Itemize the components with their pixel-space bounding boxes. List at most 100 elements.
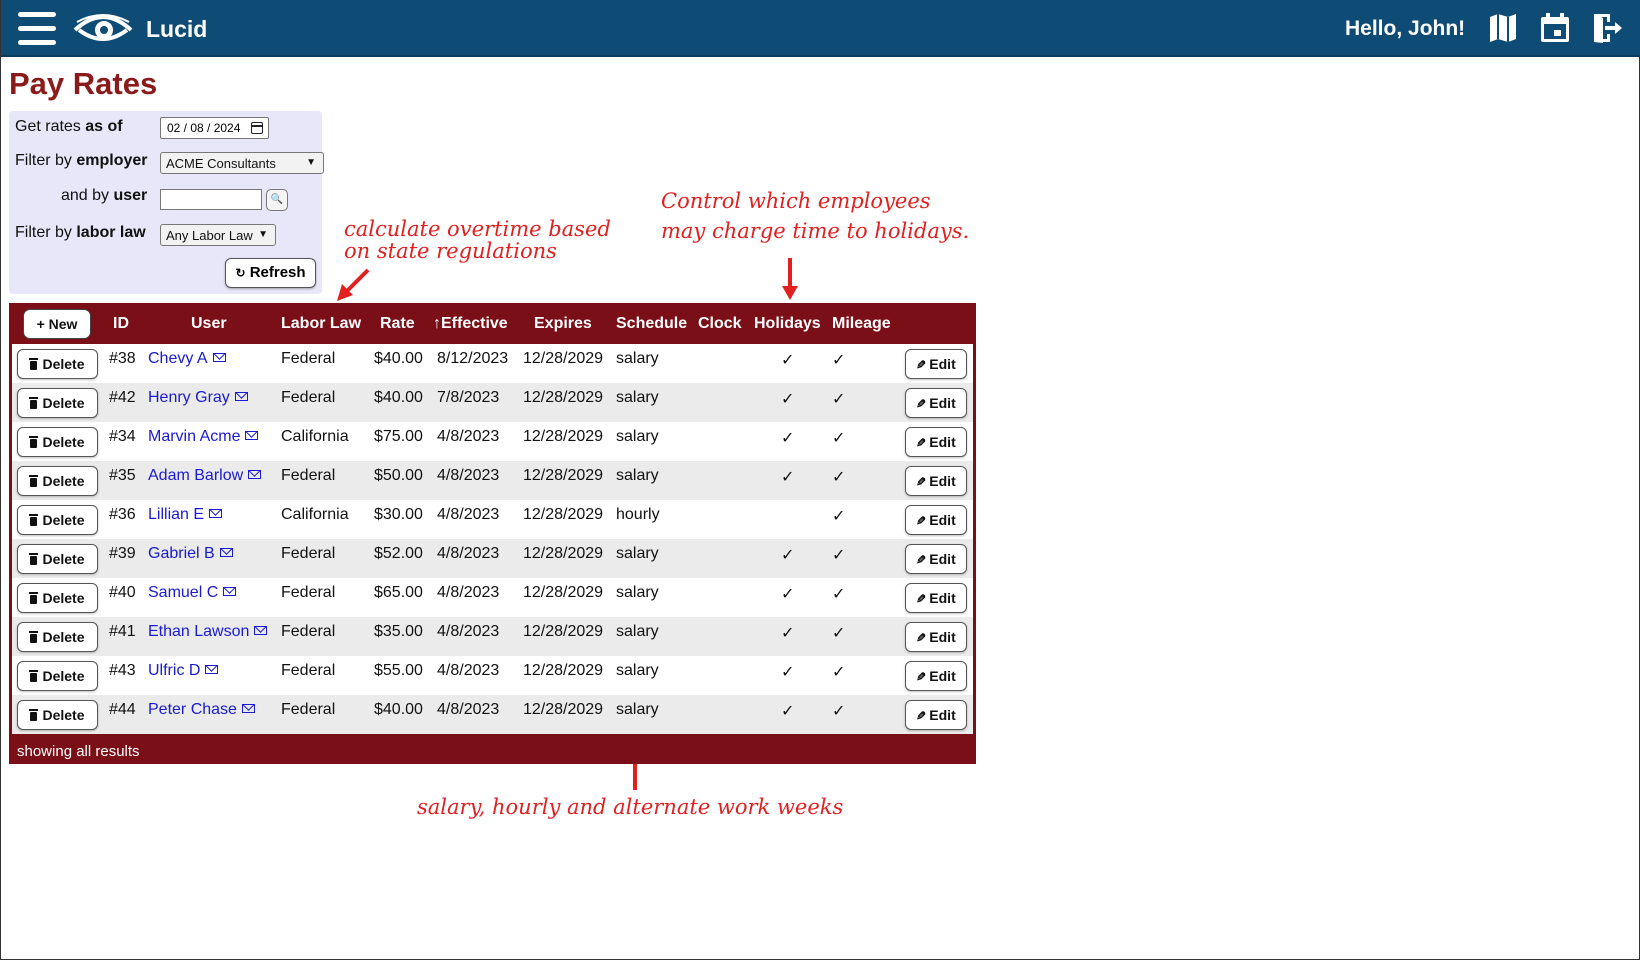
col-mileage[interactable]: Mileage xyxy=(832,315,891,333)
labor-law-select[interactable]: Any Labor Law ▼ xyxy=(160,224,276,246)
mail-icon[interactable] xyxy=(212,353,226,362)
mail-icon[interactable] xyxy=(248,470,262,479)
col-labor-law[interactable]: Labor Law xyxy=(281,315,361,333)
mail-icon[interactable] xyxy=(234,392,248,401)
edit-button[interactable]: ✎ Edit xyxy=(905,583,967,613)
new-button[interactable]: + New xyxy=(23,309,91,339)
edit-button[interactable]: ✎ Edit xyxy=(905,544,967,574)
user-link[interactable]: Gabriel B xyxy=(148,545,215,562)
cell-labor-law: Federal xyxy=(281,623,336,640)
user-link[interactable]: Lillian E xyxy=(148,506,204,523)
cell-id: #36 xyxy=(109,506,136,523)
delete-button[interactable]: Delete xyxy=(17,583,98,613)
mail-icon[interactable] xyxy=(223,587,237,596)
delete-button[interactable]: Delete xyxy=(17,661,98,691)
cell-labor-law: Federal xyxy=(281,584,336,601)
cell-expires: 12/28/2029 xyxy=(523,662,604,679)
delete-button[interactable]: Delete xyxy=(17,349,98,379)
cell-effective: 4/8/2023 xyxy=(437,662,500,679)
cell-holidays: ✓ xyxy=(781,625,795,642)
user-link[interactable]: Henry Gray xyxy=(148,389,230,406)
table-row: Delete #44 Peter Chase Federal $40.00 4/… xyxy=(12,695,973,734)
col-expires[interactable]: Expires xyxy=(534,315,592,333)
cell-schedule: salary xyxy=(616,467,659,484)
edit-button[interactable]: ✎ Edit xyxy=(905,700,967,730)
delete-button[interactable]: Delete xyxy=(17,505,98,535)
pencil-icon: ✎ xyxy=(916,709,927,723)
cell-user[interactable]: Chevy A xyxy=(148,350,226,368)
col-user[interactable]: User xyxy=(191,315,227,333)
user-link[interactable]: Samuel C xyxy=(148,584,218,601)
rates-date-input[interactable]: 02 / 08 / 2024 xyxy=(160,117,269,139)
cell-rate: $55.00 xyxy=(374,662,423,679)
annotation-holidays: Control which employees may charge time … xyxy=(661,189,970,243)
calendar-icon[interactable] xyxy=(251,122,263,134)
delete-button[interactable]: Delete xyxy=(17,466,98,496)
cell-user[interactable]: Peter Chase xyxy=(148,701,255,719)
cell-user[interactable]: Ulfric D xyxy=(148,662,219,680)
cell-id: #44 xyxy=(109,701,136,718)
user-link[interactable]: Adam Barlow xyxy=(148,467,243,484)
user-link[interactable]: Marvin Acme xyxy=(148,428,240,445)
edit-button[interactable]: ✎ Edit xyxy=(905,427,967,457)
cell-mileage: ✓ xyxy=(832,703,846,720)
mail-icon[interactable] xyxy=(219,548,233,557)
cell-rate: $52.00 xyxy=(374,545,423,562)
map-icon[interactable] xyxy=(1487,12,1519,44)
edit-button[interactable]: ✎ Edit xyxy=(905,349,967,379)
user-link[interactable]: Peter Chase xyxy=(148,701,237,718)
edit-button[interactable]: ✎ Edit xyxy=(905,622,967,652)
cell-schedule: salary xyxy=(616,389,659,406)
refresh-button[interactable]: ↻ Refresh xyxy=(225,258,316,288)
user-link[interactable]: Chevy A xyxy=(148,350,208,367)
edit-button[interactable]: ✎ Edit xyxy=(905,505,967,535)
edit-button[interactable]: ✎ Edit xyxy=(905,466,967,496)
cell-labor-law: California xyxy=(281,428,349,445)
col-holidays[interactable]: Holidays xyxy=(754,315,821,333)
cell-user[interactable]: Gabriel B xyxy=(148,545,233,563)
annotation-arrow-overtime xyxy=(337,268,370,301)
app-title[interactable]: Lucid xyxy=(146,16,207,43)
cell-user[interactable]: Lillian E xyxy=(148,506,223,524)
cell-user[interactable]: Adam Barlow xyxy=(148,467,262,485)
cell-user[interactable]: Ethan Lawson xyxy=(148,623,268,641)
eye-logo-icon[interactable] xyxy=(73,8,133,48)
mail-icon[interactable] xyxy=(241,704,255,713)
cell-user[interactable]: Samuel C xyxy=(148,584,237,602)
col-id[interactable]: ID xyxy=(113,315,129,333)
cell-labor-law: Federal xyxy=(281,389,336,406)
edit-button[interactable]: ✎ Edit xyxy=(905,388,967,418)
user-input[interactable] xyxy=(160,189,262,210)
col-clock[interactable]: Clock xyxy=(698,315,742,333)
user-link[interactable]: Ethan Lawson xyxy=(148,623,249,640)
mail-icon[interactable] xyxy=(209,509,223,518)
user-link[interactable]: Ulfric D xyxy=(148,662,200,679)
search-icon[interactable]: 🔍 xyxy=(266,189,288,211)
table-body: Delete #38 Chevy A Federal $40.00 8/12/2… xyxy=(12,344,973,734)
delete-button[interactable]: Delete xyxy=(17,544,98,574)
table-row: Delete #38 Chevy A Federal $40.00 8/12/2… xyxy=(12,344,973,383)
logout-icon[interactable] xyxy=(1591,12,1623,44)
mail-icon[interactable] xyxy=(254,626,268,635)
col-rate[interactable]: Rate xyxy=(380,315,415,333)
delete-button[interactable]: Delete xyxy=(17,427,98,457)
employer-select[interactable]: ACME Consultants ▼ xyxy=(160,152,324,174)
col-schedule[interactable]: Schedule xyxy=(616,315,687,333)
cell-holidays: ✓ xyxy=(781,430,795,447)
delete-button[interactable]: Delete xyxy=(17,622,98,652)
pencil-icon: ✎ xyxy=(916,397,927,411)
cell-effective: 4/8/2023 xyxy=(437,545,500,562)
cell-user[interactable]: Marvin Acme xyxy=(148,428,259,446)
col-effective[interactable]: ↑Effective xyxy=(433,315,508,333)
delete-button[interactable]: Delete xyxy=(17,700,98,730)
mail-icon[interactable] xyxy=(205,665,219,674)
mail-icon[interactable] xyxy=(245,431,259,440)
trash-icon xyxy=(29,358,39,370)
cell-mileage: ✓ xyxy=(832,391,846,408)
cell-labor-law: Federal xyxy=(281,545,336,562)
delete-button[interactable]: Delete xyxy=(17,388,98,418)
hamburger-icon[interactable] xyxy=(18,12,56,46)
cell-user[interactable]: Henry Gray xyxy=(148,389,248,407)
calendar-icon[interactable] xyxy=(1539,12,1571,44)
edit-button[interactable]: ✎ Edit xyxy=(905,661,967,691)
